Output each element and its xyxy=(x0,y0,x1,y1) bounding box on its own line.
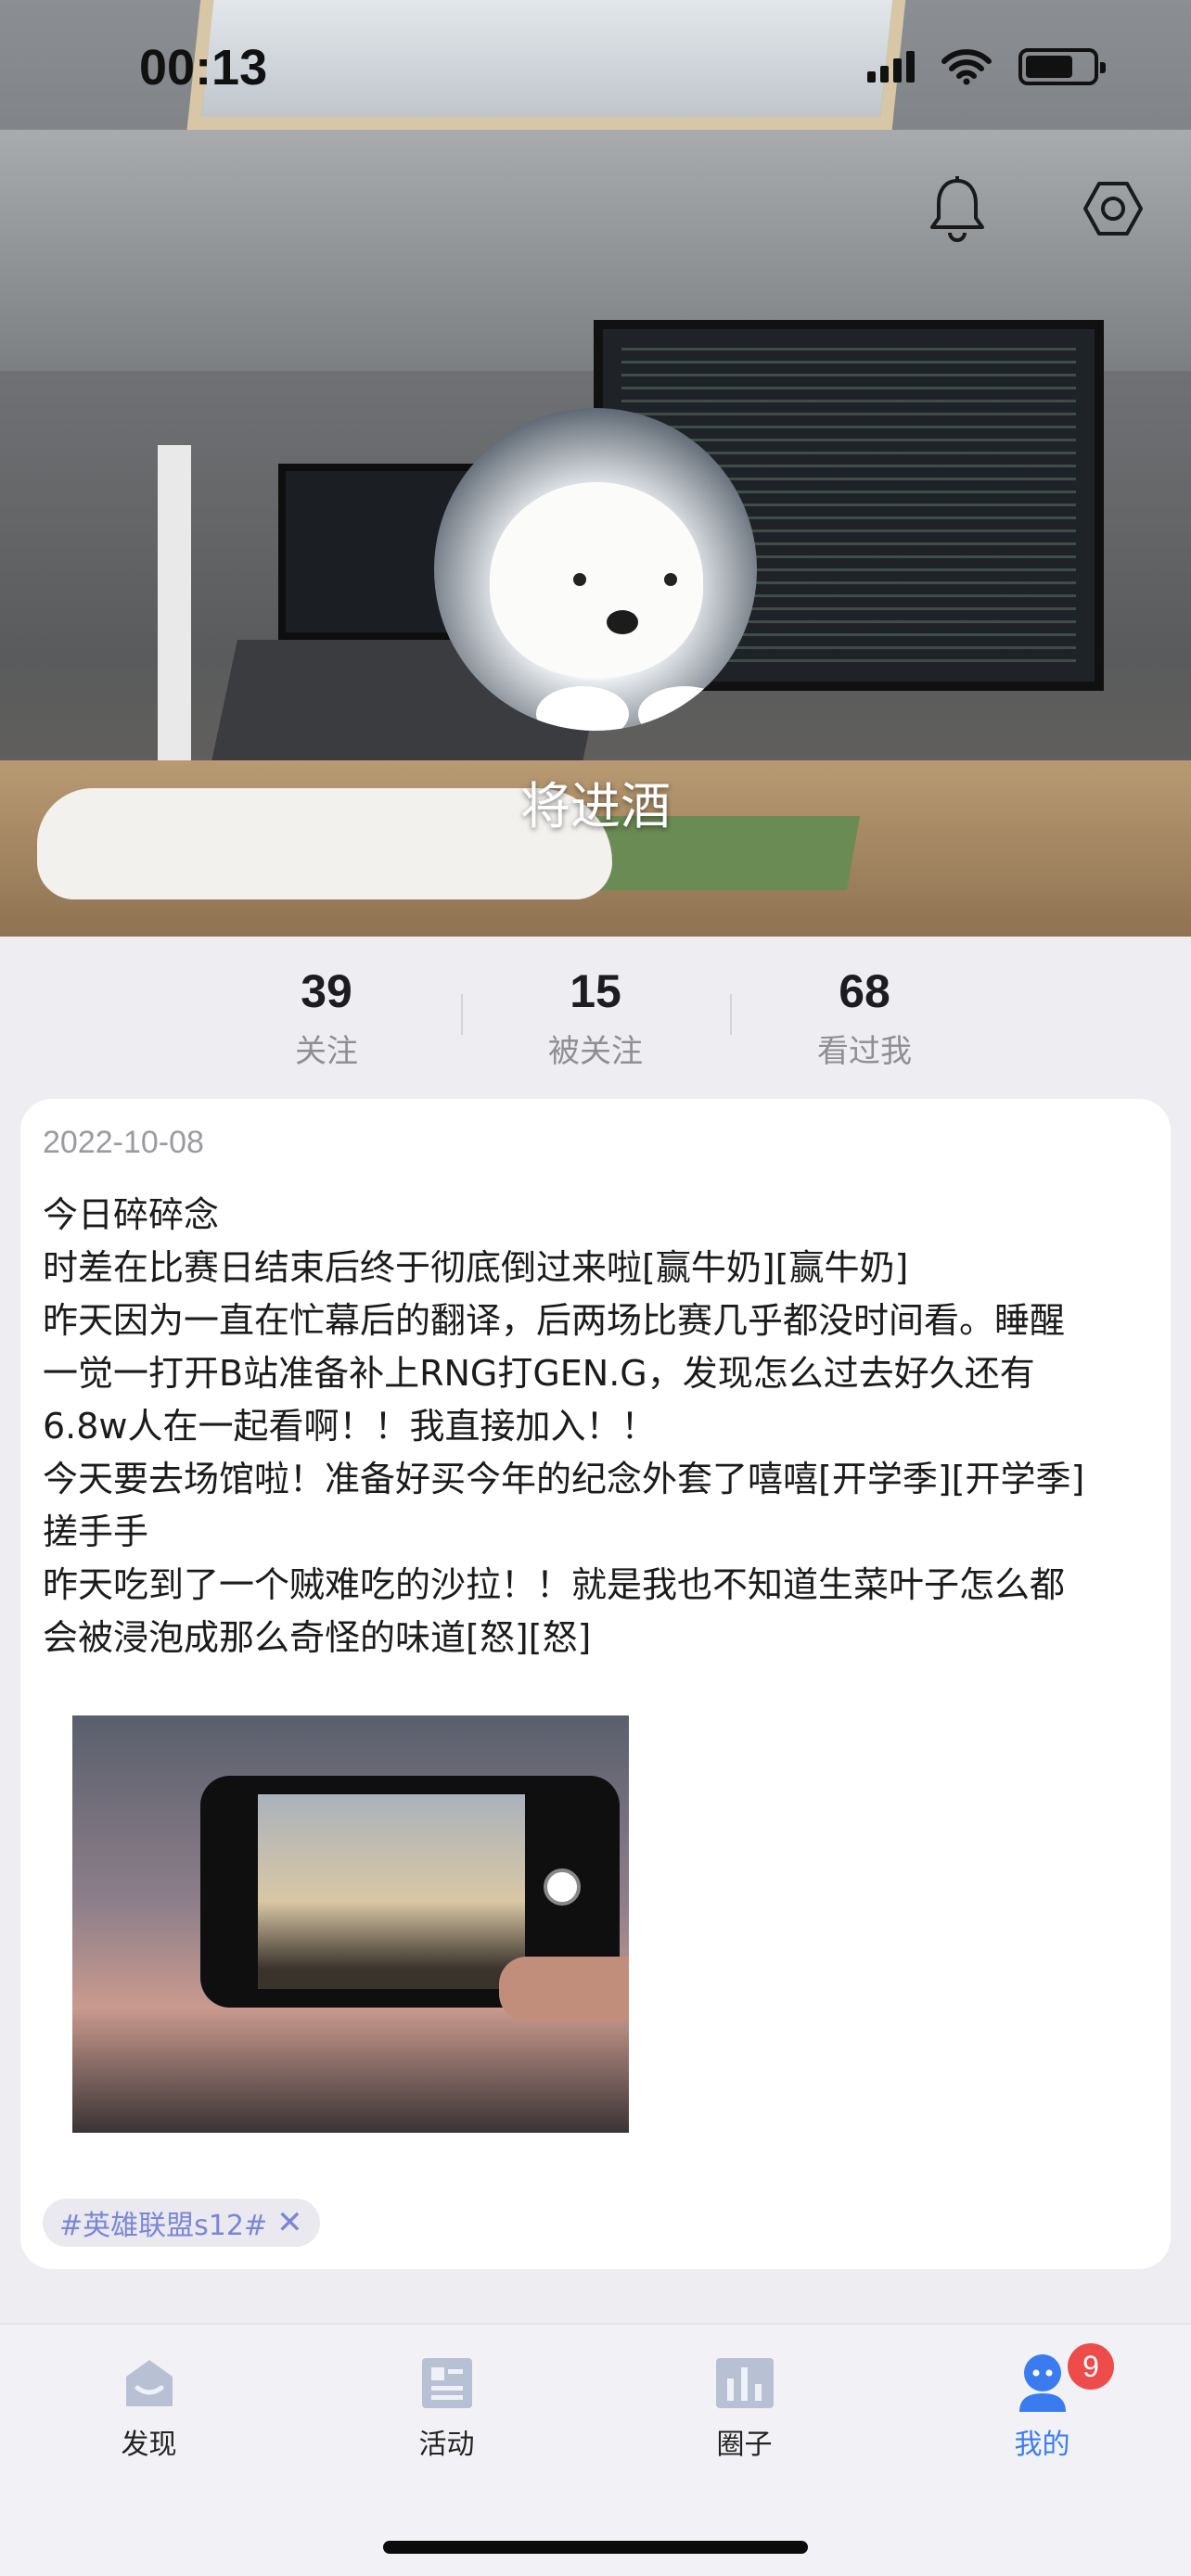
avatar[interactable] xyxy=(434,408,757,731)
post-card[interactable]: 2022-10-08 今日碎碎念 时差在比赛日结束后终于彻底倒过来啦[赢牛奶][… xyxy=(20,1099,1171,2269)
battery-icon xyxy=(1018,48,1106,85)
profile-icon xyxy=(1014,2354,1071,2412)
topic-tag[interactable]: #英雄联盟s12# ✕ xyxy=(43,2199,320,2247)
tab-discover[interactable]: 发现 xyxy=(0,2325,298,2492)
stat-following[interactable]: 39 关注 xyxy=(192,937,461,1094)
post-image[interactable] xyxy=(72,1715,629,2133)
avatar-eye xyxy=(664,573,677,586)
stat-label: 被关注 xyxy=(548,1033,643,1070)
post-date: 2022-10-08 xyxy=(43,1125,204,1160)
tab-label: 我的 xyxy=(1014,2429,1070,2461)
tab-label: 圈子 xyxy=(716,2429,773,2461)
cellular-signal-icon xyxy=(867,51,915,83)
cover-lamp xyxy=(158,445,191,779)
status-time: 00:13 xyxy=(139,40,268,96)
topic-tag-label: #英雄联盟s12# xyxy=(59,2210,268,2242)
cover-skylight xyxy=(186,0,908,130)
tab-activity[interactable]: 活动 xyxy=(298,2325,596,2492)
post-image-shutter xyxy=(544,1868,581,1906)
avatar-nose xyxy=(607,610,638,634)
tab-circle[interactable]: 圈子 xyxy=(596,2325,893,2492)
stat-visitors[interactable]: 68 看过我 xyxy=(730,937,999,1094)
home-icon xyxy=(121,2354,178,2412)
profile-nickname: 将进酒 xyxy=(520,777,671,835)
post-image-screen xyxy=(258,1794,525,1989)
close-icon[interactable]: ✕ xyxy=(276,2207,303,2238)
avatar-eye xyxy=(573,573,586,586)
tab-bar: 发现 活动 圈子 我的 9 xyxy=(0,2323,1191,2576)
home-indicator xyxy=(383,2541,808,2554)
notification-badge: 9 xyxy=(1068,2343,1114,2390)
tab-label: 发现 xyxy=(121,2429,177,2461)
stat-value: 15 xyxy=(570,965,621,1017)
settings-button[interactable] xyxy=(1076,172,1150,246)
stat-label: 关注 xyxy=(295,1033,358,1070)
circle-chart-icon xyxy=(715,2354,774,2412)
activity-icon xyxy=(418,2354,476,2412)
notifications-button[interactable] xyxy=(920,172,994,246)
gear-icon xyxy=(1083,182,1143,236)
profile-stats: 39 关注 15 被关注 68 看过我 xyxy=(0,937,1191,1094)
stat-label: 看过我 xyxy=(817,1033,912,1070)
stat-value: 39 xyxy=(301,965,352,1017)
stat-value: 68 xyxy=(839,965,890,1017)
status-icons xyxy=(867,48,1106,85)
tab-mine[interactable]: 我的 9 xyxy=(893,2325,1191,2492)
bell-icon xyxy=(930,176,984,242)
wifi-icon xyxy=(941,49,992,85)
tab-label: 活动 xyxy=(418,2429,475,2461)
post-image-hand xyxy=(499,1957,629,2021)
post-content: 今日碎碎念 时差在比赛日结束后终于彻底倒过来啦[赢牛奶][赢牛奶] 昨天因为一直… xyxy=(43,1194,1085,1658)
stat-followers[interactable]: 15 被关注 xyxy=(461,937,730,1094)
avatar-paw xyxy=(536,686,629,731)
